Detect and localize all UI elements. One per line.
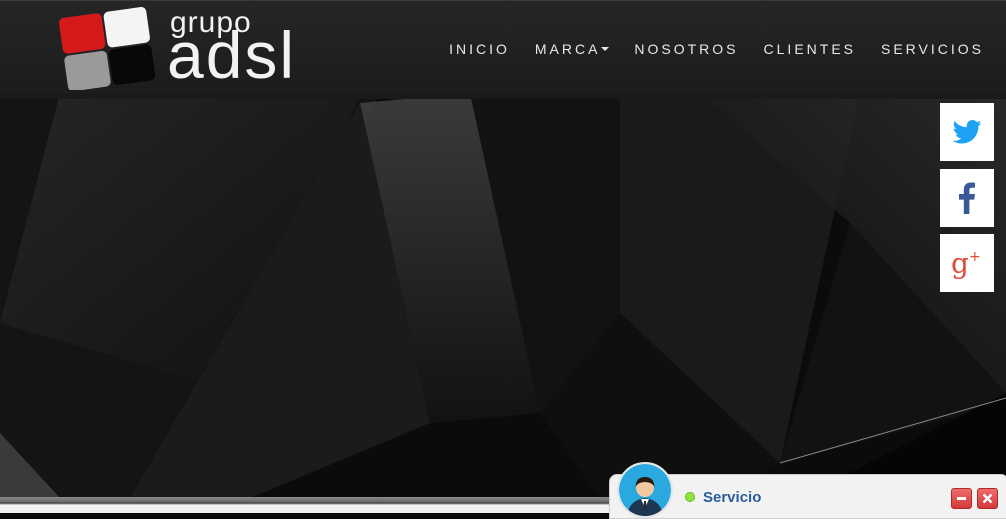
logo-mark-icon [59, 7, 156, 90]
google-plus-icon: g + [951, 247, 981, 280]
hero-banner [0, 93, 1006, 498]
site-header: grupo adsl INICIO MARCA NOSOTROS CLIENTE… [0, 0, 1006, 93]
caret-down-icon [601, 47, 610, 51]
online-status-icon [685, 492, 695, 502]
nav-servicios[interactable]: SERVICIOS [881, 41, 984, 57]
logo-text-adsl: adsl [167, 18, 297, 92]
chat-title: Servicio [703, 489, 762, 506]
hero-geometric-background [0, 93, 1006, 498]
nav-inicio[interactable]: INICIO [449, 41, 510, 57]
twitter-button[interactable] [940, 103, 994, 161]
twitter-icon [952, 120, 982, 144]
minimize-chat-button[interactable] [951, 488, 972, 509]
nav-marca[interactable]: MARCA [535, 41, 610, 57]
nav-marca-label: MARCA [534, 41, 601, 57]
nav-nosotros[interactable]: NOSOTROS [634, 41, 738, 57]
nav-clientes[interactable]: CLIENTES [764, 41, 856, 57]
facebook-icon [959, 182, 975, 214]
nav-servicios-label: SERVICIOS [881, 41, 984, 57]
agent-avatar [617, 462, 673, 518]
minus-icon [957, 497, 966, 500]
close-icon [982, 493, 993, 504]
nav-nosotros-label: NOSOTROS [634, 41, 739, 57]
nav-clientes-label: CLIENTES [763, 41, 856, 57]
agent-avatar-icon [619, 464, 671, 516]
main-nav: INICIO MARCA NOSOTROS CLIENTES SERVICIOS [424, 41, 984, 57]
google-plus-button[interactable]: g + [940, 234, 994, 292]
svg-text:g: g [951, 247, 969, 280]
site-logo[interactable]: grupo adsl [55, 6, 335, 91]
svg-text:+: + [969, 249, 981, 265]
close-chat-button[interactable] [977, 488, 998, 509]
nav-inicio-label: INICIO [449, 41, 510, 57]
facebook-button[interactable] [940, 169, 994, 227]
